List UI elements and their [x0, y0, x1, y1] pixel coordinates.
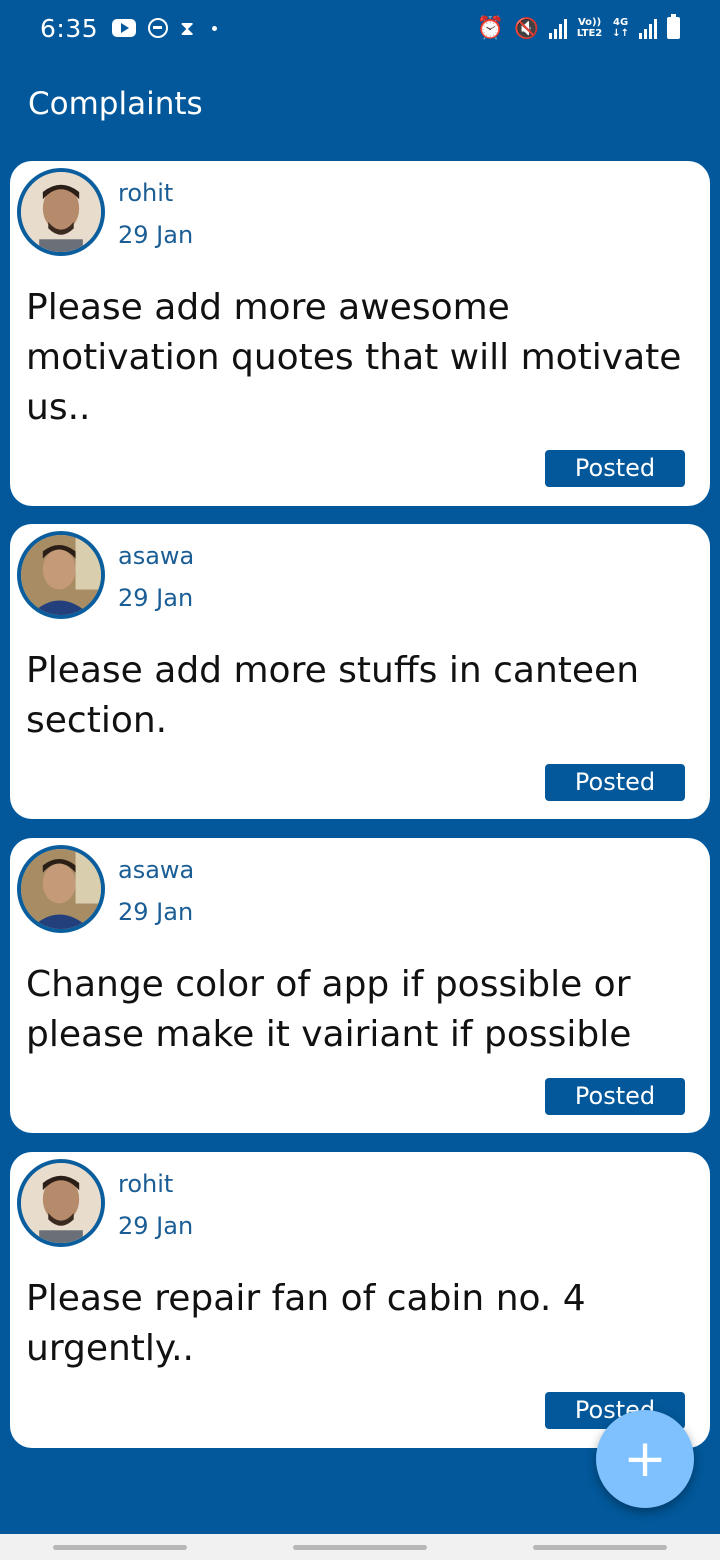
avatar-image [21, 535, 101, 615]
home-handle[interactable] [293, 1544, 427, 1550]
battery-icon [667, 14, 680, 39]
avatar [17, 531, 105, 619]
youtube-icon [112, 19, 137, 37]
complaint-card[interactable]: rohit 29 Jan Please repair fan of cabin … [10, 1152, 710, 1448]
status-badge: Posted [545, 450, 685, 487]
complaint-date: 29 Jan [118, 898, 194, 926]
complaint-card[interactable]: asawa 29 Jan Please add more stuffs in c… [10, 524, 710, 819]
complaint-message: Please add more awesome motivation quote… [26, 287, 682, 428]
complaint-card[interactable]: rohit 29 Jan Please add more awesome mot… [10, 161, 710, 506]
dot-icon [212, 25, 218, 31]
complaint-message: Please repair fan of cabin no. 4 urgentl… [26, 1278, 586, 1369]
avatar [17, 845, 105, 933]
status-left-icons: ⧗ [112, 16, 218, 40]
net-bottom-label: ↓↑ [612, 28, 629, 39]
system-nav-bar [0, 1534, 720, 1560]
avatar [17, 168, 105, 256]
signal-icon [639, 17, 657, 39]
recents-handle[interactable] [53, 1544, 187, 1550]
page-title: Complaints [28, 86, 203, 122]
add-complaint-button[interactable]: + [596, 1410, 694, 1508]
volte-bottom-label: LTE2 [576, 28, 603, 39]
4g-icon: 4G ↓↑ [612, 17, 629, 39]
status-time: 6:35 [40, 13, 99, 43]
avatar [17, 1159, 105, 1247]
net-top-label: 4G [613, 17, 629, 28]
complaint-message: Change color of app if possible or pleas… [26, 964, 632, 1055]
complaint-date: 29 Jan [118, 1212, 194, 1240]
complaint-date: 29 Jan [118, 221, 194, 249]
hourglass-icon: ⧗ [180, 16, 195, 40]
volte-top-label: Vo)) [577, 17, 602, 28]
author-name: rohit [118, 1170, 174, 1198]
avatar-image [21, 172, 101, 252]
complaint-message: Please add more stuffs in canteen sectio… [26, 650, 640, 741]
app-bar: Complaints [0, 56, 720, 152]
plus-icon: + [623, 1429, 667, 1489]
avatar-image [21, 1163, 101, 1243]
alarm-icon: ⏰ [476, 15, 504, 41]
author-name: asawa [118, 542, 195, 570]
signal-icon [548, 17, 567, 39]
status-badge: Posted [545, 764, 685, 801]
status-bar: 6:35 ⧗ ⏰ 🔇 Vo)) LTE2 4G ↓↑ [0, 0, 720, 56]
volte-icon: Vo)) LTE2 [577, 17, 602, 39]
complaint-date: 29 Jan [118, 584, 194, 612]
dnd-icon [148, 18, 169, 38]
author-name: asawa [118, 856, 195, 884]
mute-icon: 🔇 [514, 16, 539, 40]
avatar-image [21, 849, 101, 929]
author-name: rohit [118, 179, 174, 207]
status-badge: Posted [545, 1078, 685, 1115]
complaint-card[interactable]: asawa 29 Jan Change color of app if poss… [10, 838, 710, 1133]
status-right-icons: ⏰ 🔇 Vo)) LTE2 4G ↓↑ [476, 14, 680, 41]
back-handle[interactable] [533, 1544, 667, 1550]
